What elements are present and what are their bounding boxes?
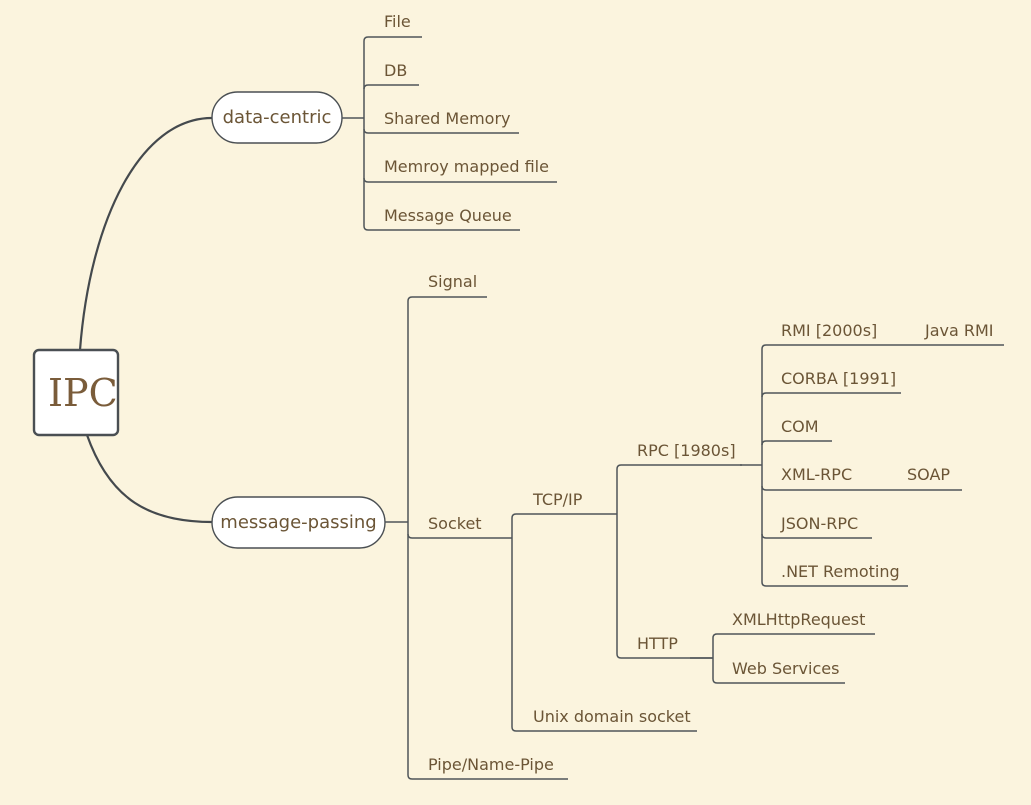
node-file[interactable]: File <box>384 13 411 31</box>
node-net-remoting[interactable]: .NET Remoting <box>781 563 900 581</box>
node-soap[interactable]: SOAP <box>907 466 950 484</box>
node-unix-domain-socket[interactable]: Unix domain socket <box>533 708 691 726</box>
connector-root-message-passing <box>85 434 213 524</box>
node-message-queue[interactable]: Message Queue <box>384 207 512 225</box>
underline-corba <box>761 392 901 398</box>
root-node-ipc[interactable]: IPC <box>48 373 118 413</box>
node-pipe-name-pipe[interactable]: Pipe/Name-Pipe <box>428 756 554 774</box>
node-xml-rpc[interactable]: XML-RPC <box>781 466 852 484</box>
node-java-rmi[interactable]: Java RMI <box>925 322 994 340</box>
connector-socket-spine <box>511 513 697 732</box>
underline-socket <box>407 533 512 539</box>
underline-json-rpc <box>761 533 872 539</box>
underline-xml-rpc <box>761 485 962 491</box>
node-json-rpc[interactable]: JSON-RPC <box>781 515 858 533</box>
node-xmlhttprequest[interactable]: XMLHttpRequest <box>732 611 865 629</box>
node-corba[interactable]: CORBA [1991] <box>781 370 896 388</box>
node-web-services[interactable]: Web Services <box>732 660 839 678</box>
underline-memory-mapped-file <box>363 177 557 183</box>
mind-map-connectors <box>32 36 1004 780</box>
underline-db <box>363 84 419 90</box>
node-shared-memory[interactable]: Shared Memory <box>384 110 510 128</box>
node-tcp-ip[interactable]: TCP/IP <box>533 491 582 509</box>
node-db[interactable]: DB <box>384 62 407 80</box>
underline-com <box>761 440 832 446</box>
underline-shared-memory <box>363 128 519 134</box>
node-com[interactable]: COM <box>781 418 819 436</box>
node-socket[interactable]: Socket <box>428 515 482 533</box>
node-rpc[interactable]: RPC [1980s] <box>637 442 736 460</box>
node-memory-mapped-file[interactable]: Memroy mapped file <box>384 158 549 176</box>
connector-root-data-centric <box>78 116 213 351</box>
node-data-centric[interactable]: data-centric <box>212 108 342 128</box>
node-signal[interactable]: Signal <box>428 273 477 291</box>
node-http[interactable]: HTTP <box>637 635 678 653</box>
node-message-passing[interactable]: message-passing <box>212 513 385 533</box>
connector-tcpip-spine <box>616 464 742 659</box>
node-rmi[interactable]: RMI [2000s] <box>781 322 877 340</box>
